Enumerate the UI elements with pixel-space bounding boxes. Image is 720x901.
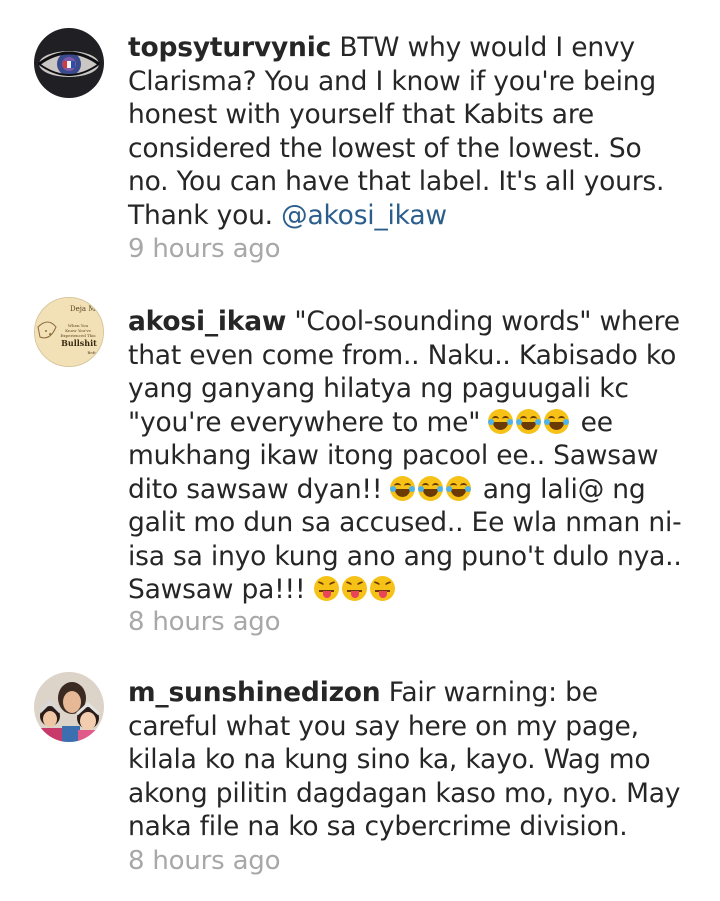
family-photo-avatar-icon (34, 672, 104, 742)
user-avatar-topsyturvynic[interactable] (34, 28, 104, 98)
comment-username[interactable]: topsyturvynic (128, 32, 331, 63)
eye-avatar-icon (34, 28, 104, 98)
tears-of-joy-emoji-icon (390, 474, 474, 505)
user-avatar-akosi-ikaw[interactable]: Deja M When You Know You've Experienced … (34, 297, 104, 367)
squinting-tongue-emoji-icon (313, 574, 398, 605)
avatar-text-big: Bullshit (61, 338, 97, 348)
avatar-text-bottom: Befo (87, 350, 97, 355)
comment-username[interactable]: akosi_ikaw (128, 306, 286, 337)
avatar-text-top: Deja M (70, 305, 96, 313)
comment-body: m_sunshinedizon Fair warning: be careful… (128, 676, 688, 844)
meme-avatar-icon: Deja M When You Know You've Experienced … (35, 298, 103, 366)
tears-of-joy-emoji-icon (488, 407, 572, 438)
comment-timestamp: 8 hours ago (128, 846, 281, 876)
comment-timestamp: 9 hours ago (128, 234, 281, 264)
mention-link[interactable]: @akosi_ikaw (281, 200, 447, 231)
comment-username[interactable]: m_sunshinedizon (128, 677, 381, 708)
comment-timestamp: 8 hours ago (128, 607, 281, 637)
user-avatar-m-sunshinedizon[interactable] (34, 672, 104, 742)
comment-body: topsyturvynic BTW why would I envy Clari… (128, 31, 688, 232)
comment-body: akosi_ikaw "Cool-sounding words" where t… (128, 305, 688, 607)
